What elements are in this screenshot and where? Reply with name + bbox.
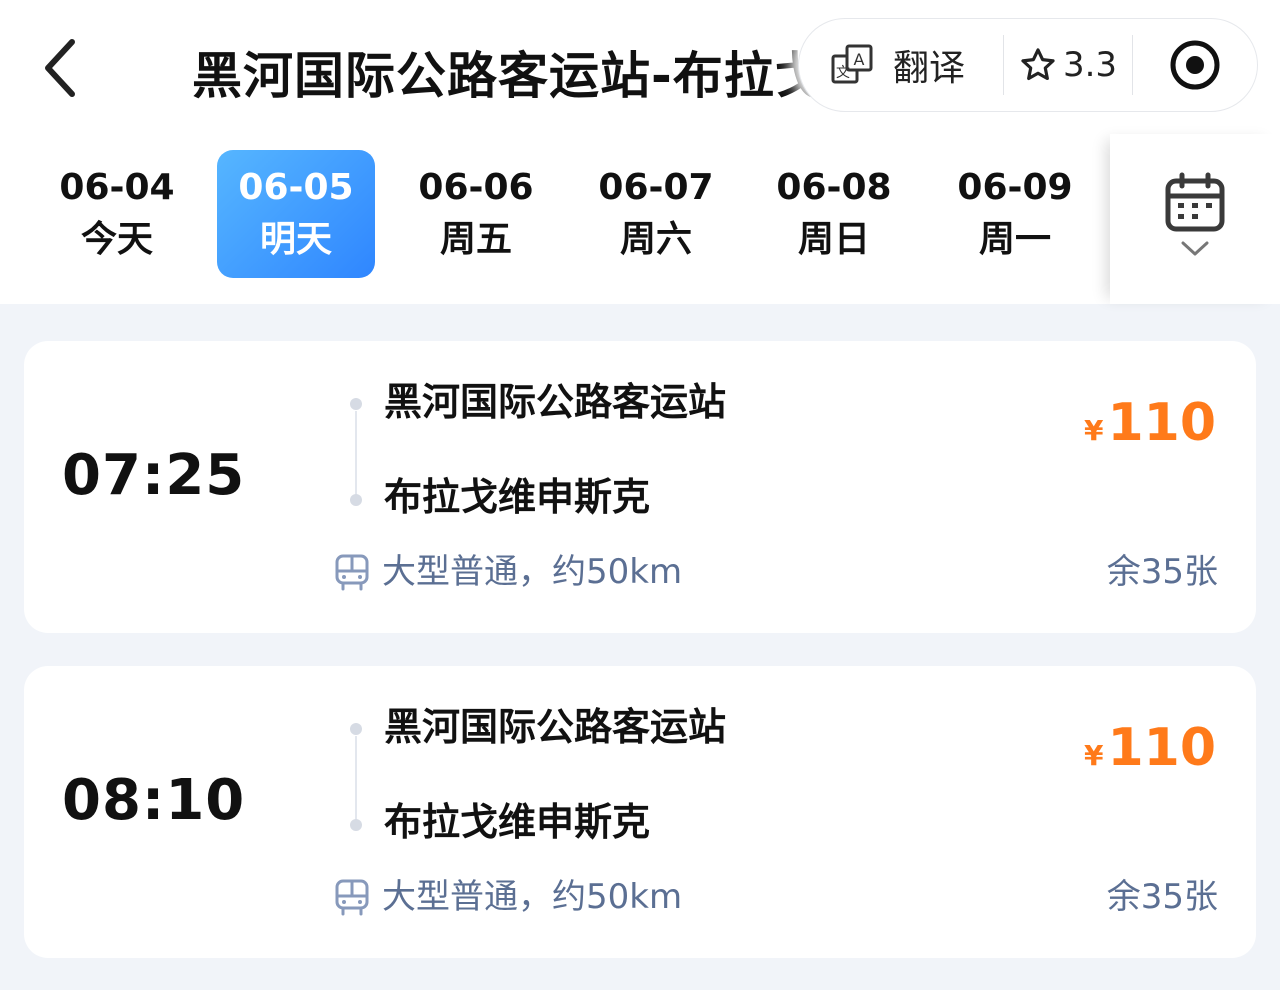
date-tab-0607[interactable]: 06-07 周六 (577, 150, 735, 278)
date-tab-day: 周六 (619, 219, 692, 260)
date-tab-date: 06-04 (59, 167, 175, 208)
page-title: 黑河国际公路客运站-布拉戈维申斯克 (192, 47, 832, 105)
origin-station: 黑河国际公路客运站 (384, 380, 727, 424)
translate-label: 翻译 (893, 48, 966, 89)
translate-button[interactable]: A 文 翻译 (799, 19, 1003, 111)
date-tab-day: 明天 (259, 219, 332, 260)
origin-dot (350, 723, 362, 735)
bus-icon (334, 553, 370, 591)
bus-type-distance: 大型普通，约50km (382, 877, 683, 917)
route-line (355, 736, 357, 820)
date-tab-0606[interactable]: 06-06 周五 (397, 150, 555, 278)
ticket-price: ¥ 110 (1084, 391, 1216, 455)
date-tab-day: 周五 (439, 219, 512, 260)
svg-text:A: A (854, 50, 865, 69)
calendar-button[interactable] (1110, 134, 1280, 304)
origin-dot (350, 398, 362, 410)
date-tab-date: 06-07 (598, 167, 714, 208)
date-tab-0609[interactable]: 06-09 周一 (936, 150, 1094, 278)
departure-time: 07:25 (62, 443, 246, 508)
back-button[interactable] (28, 28, 92, 108)
chevron-down-icon (1181, 241, 1209, 256)
top-bar: 黑河国际公路客运站-布拉戈维申斯克 A 文 翻译 3.3 (0, 0, 1280, 134)
translate-icon: A 文 (831, 44, 873, 84)
record-button[interactable] (1133, 19, 1257, 111)
star-outline-icon (1021, 48, 1055, 81)
seats-remaining: 余35张 (1106, 877, 1218, 917)
departure-time: 08:10 (62, 768, 246, 833)
date-selector: 06-04 今天 06-05 明天 06-06 周五 06-07 周六 06-0… (0, 134, 1280, 304)
currency-symbol: ¥ (1083, 739, 1104, 772)
date-tab-day: 周一 (978, 219, 1051, 260)
trip-card[interactable]: 08:10 黑河国际公路客运站 布拉戈维申斯克 ¥ 110 大型普通，约50km… (24, 666, 1256, 958)
origin-station: 黑河国际公路客运站 (384, 705, 727, 749)
destination-dot (350, 819, 362, 831)
date-tab-0605[interactable]: 06-05 明天 (217, 150, 375, 278)
bus-icon (334, 878, 370, 916)
destination-station: 布拉戈维申斯克 (384, 475, 651, 519)
date-tab-date: 06-09 (957, 167, 1073, 208)
trip-card[interactable]: 07:25 黑河国际公路客运站 布拉戈维申斯克 ¥ 110 大型普通，约50km… (24, 341, 1256, 633)
date-tab-date: 06-05 (238, 167, 354, 208)
rating-button[interactable]: 3.3 (1004, 19, 1132, 111)
price-amount: 110 (1107, 393, 1216, 453)
ticket-price: ¥ 110 (1084, 716, 1216, 780)
date-tab-date: 06-08 (776, 167, 892, 208)
date-tab-date: 06-06 (418, 167, 534, 208)
currency-symbol: ¥ (1083, 414, 1104, 447)
date-tab-day: 周日 (797, 219, 870, 260)
record-target-icon (1170, 40, 1220, 90)
mini-program-capsule: A 文 翻译 3.3 (798, 18, 1258, 112)
bus-info: 大型普通，约50km (334, 872, 682, 922)
destination-dot (350, 494, 362, 506)
bus-info: 大型普通，约50km (334, 547, 682, 597)
destination-station: 布拉戈维申斯克 (384, 800, 651, 844)
date-tab-0604[interactable]: 06-04 今天 (38, 150, 196, 278)
seats-remaining: 余35张 (1106, 552, 1218, 592)
bus-type-distance: 大型普通，约50km (382, 552, 683, 592)
back-chevron-icon (45, 39, 75, 97)
date-tab-day: 今天 (80, 219, 153, 260)
calendar-icon (1165, 172, 1225, 232)
svg-text:文: 文 (836, 65, 850, 81)
route-line (355, 411, 357, 495)
price-amount: 110 (1107, 718, 1216, 778)
rating-value: 3.3 (1062, 45, 1118, 85)
date-tab-0608[interactable]: 06-08 周日 (755, 150, 913, 278)
